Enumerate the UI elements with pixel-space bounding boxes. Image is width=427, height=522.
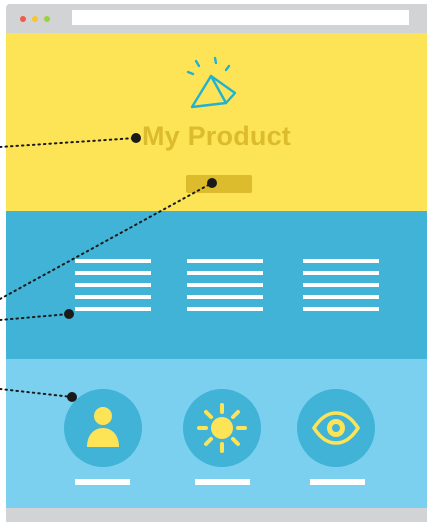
annotation-line-title [0,137,137,148]
annotation-dot-button [207,178,217,188]
annotation-line-text [0,313,70,321]
annotation-dot-icon [67,392,77,402]
annotation-line-icon [0,388,73,398]
annotation-dot-text [64,309,74,319]
annotation-line-button [0,182,213,300]
annotation-overlay [0,133,217,402]
annotation-dot-title [131,133,141,143]
